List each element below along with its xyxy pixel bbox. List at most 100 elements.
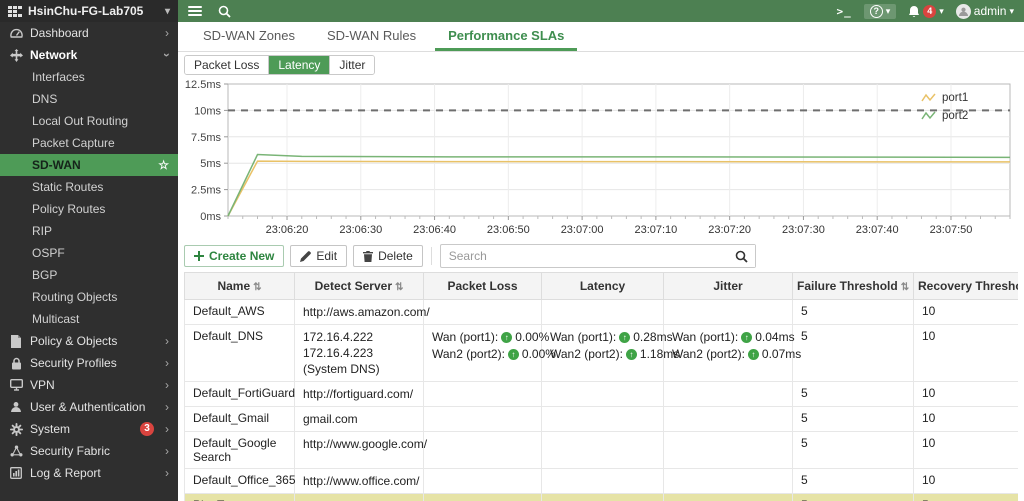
sidebar-item-label: Packet Capture (32, 136, 115, 150)
table-row-default-dns[interactable]: Default_DNS172.16.4.222172.16.4.223(Syst… (185, 325, 1019, 382)
sidebar-item-policy-routes[interactable]: Policy Routes (0, 198, 178, 220)
sidebar-item-static-routes[interactable]: Static Routes (0, 176, 178, 198)
table-row-default-gmail[interactable]: Default_Gmailgmail.com510 (185, 407, 1019, 432)
sidebar-item-system[interactable]: System3› (0, 418, 178, 440)
cell-jitter (664, 407, 793, 432)
cell-latency (542, 300, 664, 325)
chevron-right-icon: › (165, 357, 169, 369)
device-selector[interactable]: HsinChu-FG-Lab705 ▾ (0, 0, 178, 22)
sidebar-item-user-authentication[interactable]: User & Authentication› (0, 396, 178, 418)
cli-console-icon[interactable]: >_ (836, 5, 851, 18)
tab-performance-slas[interactable]: Performance SLAs (435, 22, 577, 51)
table-row-default-office-365[interactable]: Default_Office_365http://www.office.com/… (185, 469, 1019, 494)
column-header-failure-threshold[interactable]: Failure Threshold⇅ (793, 273, 914, 300)
svg-text:23:07:00: 23:07:00 (561, 224, 604, 236)
column-header-latency: Latency (542, 273, 664, 300)
sidebar-item-label: Interfaces (32, 70, 85, 84)
table-toolbar: Create New Edit Delete (184, 244, 1018, 268)
chevron-down-icon: ▾ (165, 6, 170, 17)
sidebar-item-vpn[interactable]: VPN› (0, 374, 178, 396)
table-row-default-google-search[interactable]: Default_Google Searchhttp://www.google.c… (185, 432, 1019, 469)
sidebar-item-sd-wan[interactable]: SD-WAN ☆ (0, 154, 178, 176)
fortigate-app-window: HsinChu-FG-Lab705 ▾ Dashboard›Network›In… (0, 0, 1024, 501)
cell-packet-loss: Wan (port1):↑0.00%Wan2 (port2):↑0.00% (424, 494, 542, 501)
help-menu-button[interactable]: ? ▾ (864, 4, 897, 19)
sidebar-item-network[interactable]: Network› (0, 44, 178, 66)
column-header-detect-server[interactable]: Detect Server⇅ (295, 273, 424, 300)
sidebar-item-security-fabric[interactable]: Security Fabric› (0, 440, 178, 462)
svg-text:2.5ms: 2.5ms (191, 185, 221, 197)
sidebar-item-local-out-routing[interactable]: Local Out Routing (0, 110, 178, 132)
cell-failure-threshold: 5 (793, 494, 914, 501)
sort-icon: ⇅ (395, 282, 403, 293)
column-header-name[interactable]: Name⇅ (185, 273, 295, 300)
cell-latency: Wan (port1):↑0.28msWan2 (port2):↑1.18ms (542, 325, 664, 382)
chevron-right-icon: › (165, 379, 169, 391)
cell-jitter (664, 382, 793, 407)
sidebar-item-policy-objects[interactable]: Policy & Objects› (0, 330, 178, 352)
cell-latency: Wan (port1):↑5.16msWan2 (port2):↑5.55ms (542, 494, 664, 501)
metric-line: Wan (port1):↑0.04ms (672, 329, 784, 346)
column-header-recovery-threshold[interactable]: Recovery Threshold⇅ (914, 273, 1019, 300)
sidebar-item-label: Multicast (32, 312, 79, 326)
sidebar-item-label: Network (30, 48, 77, 62)
cell-failure-threshold: 5 (793, 469, 914, 494)
sidebar-item-packet-capture[interactable]: Packet Capture (0, 132, 178, 154)
topbar-right-group: >_ ? ▾ 4 ▾ admin ▾ (836, 4, 1014, 19)
favorite-star-icon[interactable]: ☆ (158, 158, 169, 172)
cell-jitter: Wan (port1):↑0.04msWan2 (port2):↑0.07ms (664, 325, 793, 382)
cell-packet-loss (424, 382, 542, 407)
cell-failure-threshold: 5 (793, 382, 914, 407)
avatar (956, 4, 971, 19)
hamburger-menu-icon[interactable] (188, 6, 202, 16)
table-row-pingtest[interactable]: PingTest168.95.1.18.8.8.8Wan (port1):↑0.… (185, 494, 1019, 501)
svg-text:0ms: 0ms (200, 211, 221, 223)
sidebar-item-label: Security Fabric (30, 444, 110, 458)
tab-sd-wan-zones[interactable]: SD-WAN Zones (190, 22, 308, 51)
search-submit-button[interactable] (729, 245, 755, 267)
chevron-right-icon: › (165, 27, 169, 39)
sidebar-item-security-profiles[interactable]: Security Profiles› (0, 352, 178, 374)
sidebar-item-dashboard[interactable]: Dashboard › (0, 22, 178, 44)
sidebar-item-label: Dashboard (30, 26, 89, 40)
sla-table-wrap: Name⇅Detect Server⇅Packet LossLatencyJit… (184, 272, 1018, 501)
latency-chart-container: 0ms2.5ms5ms7.5ms10ms12.5ms23:06:2023:06:… (184, 76, 1018, 241)
table-row-default-aws[interactable]: Default_AWShttp://aws.amazon.com/510 (185, 300, 1019, 325)
sidebar-item-dns[interactable]: DNS (0, 88, 178, 110)
table-row-default-fortiguard[interactable]: Default_FortiGuardhttp://fortiguard.com/… (185, 382, 1019, 407)
edit-button[interactable]: Edit (290, 245, 347, 267)
cell-detect-server: http://fortiguard.com/ (295, 382, 424, 407)
sidebar-item-label: BGP (32, 268, 57, 282)
sidebar-item-multicast[interactable]: Multicast (0, 308, 178, 330)
alert-count-badge: 3 (140, 422, 154, 436)
sidebar-item-log-report[interactable]: Log & Report› (0, 462, 178, 484)
cell-jitter (664, 469, 793, 494)
metric-toggle-latency[interactable]: Latency (269, 56, 330, 74)
main-panel: >_ ? ▾ 4 ▾ admin ▾ (178, 0, 1024, 501)
search-input[interactable] (441, 249, 729, 263)
sidebar-item-bgp[interactable]: BGP (0, 264, 178, 286)
cell-packet-loss (424, 300, 542, 325)
metric-toggle-packet-loss[interactable]: Packet Loss (185, 56, 269, 74)
cell-latency (542, 432, 664, 469)
svg-text:23:07:40: 23:07:40 (856, 224, 899, 236)
sidebar-item-rip[interactable]: RIP (0, 220, 178, 242)
sidebar-item-label: Policy & Objects (30, 334, 117, 348)
sidebar-item-interfaces[interactable]: Interfaces (0, 66, 178, 88)
notification-count-badge: 4 (923, 5, 936, 18)
sidebar-item-label: SD-WAN (32, 158, 81, 172)
sidebar-item-ospf[interactable]: OSPF (0, 242, 178, 264)
metric-toggle-jitter[interactable]: Jitter (330, 56, 374, 74)
tab-sd-wan-rules[interactable]: SD-WAN Rules (314, 22, 429, 51)
notifications-button[interactable]: 4 ▾ (908, 5, 944, 18)
svg-text:23:07:30: 23:07:30 (782, 224, 825, 236)
cell-failure-threshold: 5 (793, 407, 914, 432)
user-menu-button[interactable]: admin ▾ (956, 4, 1014, 19)
svg-text:23:06:40: 23:06:40 (413, 224, 456, 236)
create-new-button[interactable]: Create New (184, 245, 284, 267)
sidebar-item-routing-objects[interactable]: Routing Objects (0, 286, 178, 308)
delete-button[interactable]: Delete (353, 245, 423, 267)
cell-detect-server: 168.95.1.18.8.8.8 (295, 494, 424, 501)
global-search-icon[interactable] (218, 5, 231, 18)
cell-packet-loss (424, 407, 542, 432)
